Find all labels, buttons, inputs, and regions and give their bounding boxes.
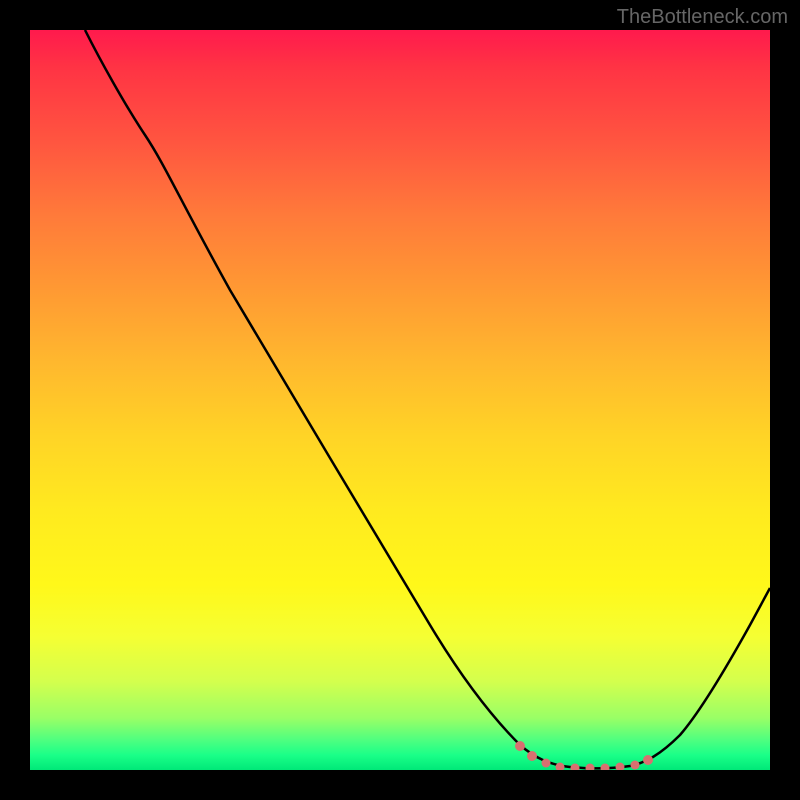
highlight-dot bbox=[571, 764, 580, 771]
highlight-dot bbox=[586, 764, 595, 771]
highlight-dot bbox=[643, 755, 653, 765]
chart-plot-area bbox=[30, 30, 770, 770]
chart-svg bbox=[30, 30, 770, 770]
highlight-dot bbox=[616, 763, 625, 771]
highlight-dot bbox=[515, 741, 525, 751]
highlight-dot bbox=[542, 759, 551, 768]
main-curve bbox=[85, 30, 770, 768]
watermark-text: TheBottleneck.com bbox=[617, 6, 788, 29]
highlight-dot bbox=[527, 751, 537, 761]
highlight-dot bbox=[631, 761, 640, 770]
highlight-dot bbox=[601, 764, 610, 771]
